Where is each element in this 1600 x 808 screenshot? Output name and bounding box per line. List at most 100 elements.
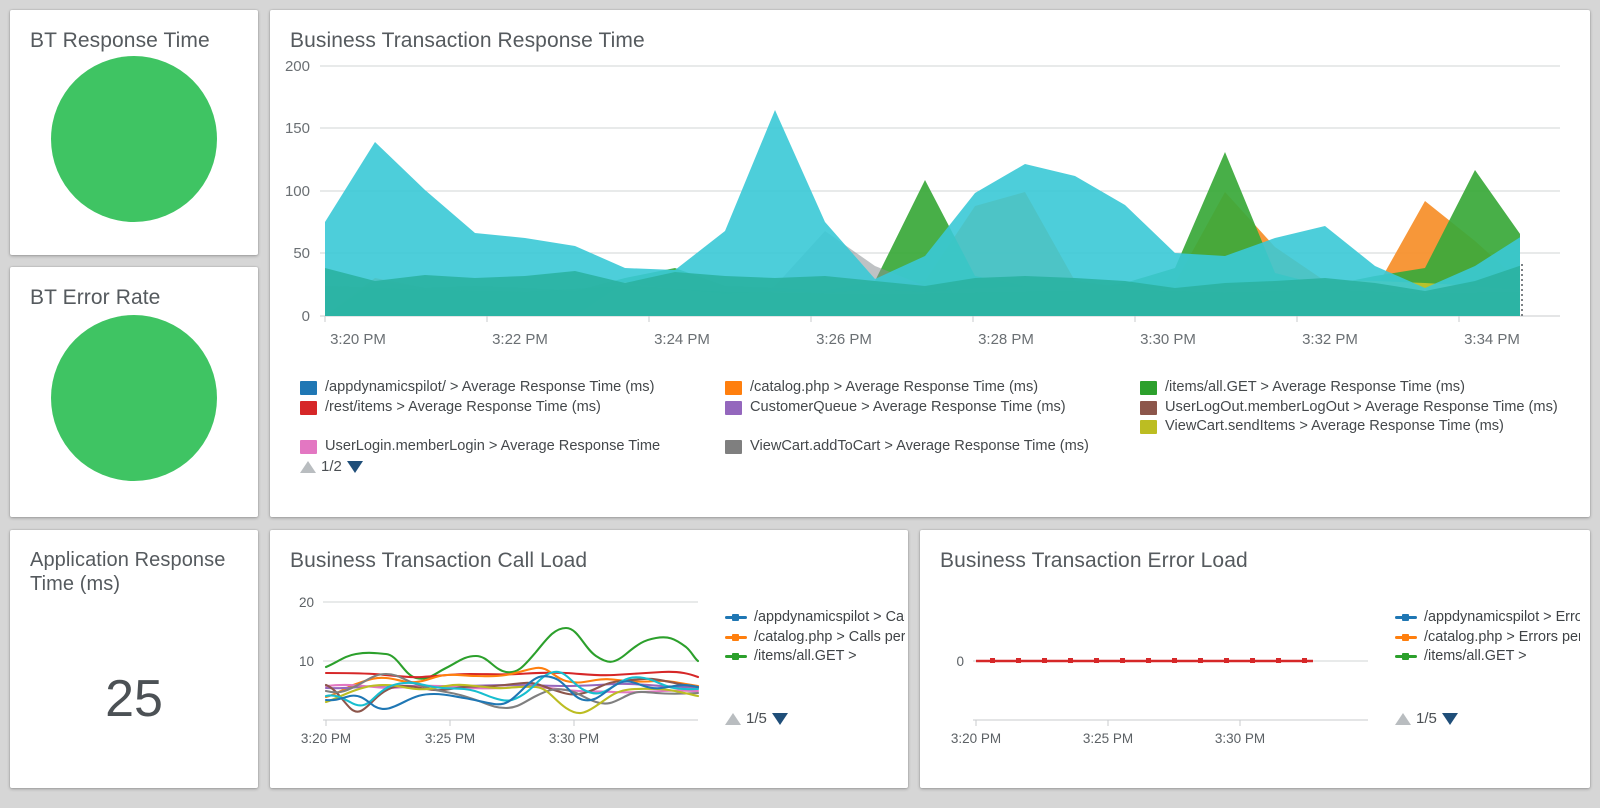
legend-pager-error-load[interactable]: 1/5 — [1395, 710, 1458, 727]
legend-swatch-userlogout-memberlogout — [1140, 401, 1157, 415]
ytick-20: 20 — [299, 595, 314, 610]
legend-item[interactable]: /catalog.php > Errors per Minute — [1395, 628, 1580, 648]
legend-line-catalog-php — [1395, 636, 1417, 639]
legend-label: /rest/items > Average Response Time (ms) — [325, 398, 601, 418]
legend-pager-call-load[interactable]: 1/5 — [725, 710, 788, 727]
xtick-5: 3:30 PM — [1140, 331, 1196, 348]
legend-item[interactable]: ViewCart.addToCart > Average Response Ti… — [725, 437, 1140, 457]
pager-label: 1/5 — [746, 710, 767, 727]
pager-label: 1/2 — [321, 458, 342, 475]
legend-label: ViewCart.sendItems > Average Response Ti… — [1165, 417, 1504, 437]
legend-line-items-all-get — [725, 655, 747, 658]
bt-error-load-line-chart[interactable]: 0 3:20 PM 3:25 PM 3:30 PM — [928, 590, 1398, 750]
legend-swatch-appdynamicspilot — [300, 381, 317, 395]
legend-item[interactable]: /items/all.GET > Average Response Time (… — [1140, 378, 1560, 398]
legend-spacer — [300, 417, 725, 437]
panel-title-bt-response-chart: Business Transaction Response Time — [270, 10, 1590, 54]
xtick-2: 3:24 PM — [654, 331, 710, 348]
legend-label: /appdynamicspilot > Errors per Minute — [1424, 608, 1580, 628]
ytick-100: 100 — [285, 183, 310, 200]
legend-label: /items/all.GET > Average Response Time (… — [1165, 378, 1465, 398]
bt-response-health-wrap — [10, 54, 258, 224]
xtick-1: 3:25 PM — [425, 731, 475, 746]
panel-title-bt-error-rate: BT Error Rate — [10, 267, 258, 311]
ytick-200: 200 — [285, 58, 310, 75]
legend-label: /catalog.php > Average Response Time (ms… — [750, 378, 1038, 398]
ytick-0: 0 — [302, 308, 310, 325]
legend-pager-main[interactable]: 1/2 — [300, 458, 363, 475]
legend-item[interactable]: UserLogOut.memberLogOut > Average Respon… — [1140, 398, 1560, 418]
legend-swatch-items-all-get — [1140, 381, 1157, 395]
legend-spacer — [725, 417, 1140, 437]
panel-bt-call-load[interactable]: Business Transaction Call Load 20 10 — [270, 530, 908, 788]
panel-bt-response-time-chart[interactable]: Business Transaction Response Time 200 1… — [270, 10, 1590, 517]
triangle-down-icon[interactable] — [772, 713, 788, 725]
legend-label: /appdynamicspilot > Calls per Minute — [754, 608, 905, 628]
xtick-2: 3:30 PM — [1215, 731, 1265, 746]
legend-line-appdynamicspilot — [725, 616, 747, 619]
bt-call-load-line-chart[interactable]: 20 10 3:20 PM 3:25 PM 3:30 PM — [278, 590, 728, 750]
legend-item[interactable]: /catalog.php > Average Response Time (ms… — [725, 378, 1140, 398]
ytick-150: 150 — [285, 120, 310, 137]
legend-line-items-all-get — [1395, 655, 1417, 658]
legend-label: /catalog.php > Errors per Minute — [1424, 628, 1580, 648]
legend-swatch-viewcart-addtocart — [725, 440, 742, 454]
legend-swatch-customerqueue — [725, 401, 742, 415]
legend-item[interactable]: /appdynamicspilot/ > Average Response Ti… — [300, 378, 725, 398]
legend-item[interactable]: /appdynamicspilot > Errors per Minute — [1395, 608, 1580, 628]
triangle-up-icon[interactable] — [1395, 713, 1411, 725]
panel-title-application-response-time: Application Response Time (ms) — [10, 530, 258, 597]
xtick-4: 3:28 PM — [978, 331, 1034, 348]
bt-error-health-indicator[interactable] — [51, 315, 217, 481]
xtick-1: 3:22 PM — [492, 331, 548, 348]
triangle-up-icon[interactable] — [300, 461, 316, 473]
legend-label: ViewCart.addToCart > Average Response Ti… — [750, 437, 1089, 457]
legend-item[interactable]: /appdynamicspilot > Calls per Minute — [725, 608, 905, 628]
main-chart-areas — [325, 110, 1575, 316]
legend-item[interactable]: /items/all.GET > — [725, 647, 905, 667]
legend-label: UserLogin.memberLogin > Average Response… — [325, 437, 660, 457]
legend-label: CustomerQueue > Average Response Time (m… — [750, 398, 1066, 418]
panel-bt-error-load[interactable]: Business Transaction Error Load 0 3:20 P… — [920, 530, 1590, 788]
legend-item[interactable]: ViewCart.sendItems > Average Response Ti… — [1140, 417, 1560, 437]
bt-error-load-legend: /appdynamicspilot > Errors per Minute /c… — [1395, 608, 1580, 703]
triangle-down-icon[interactable] — [347, 461, 363, 473]
legend-item[interactable]: CustomerQueue > Average Response Time (m… — [725, 398, 1140, 418]
panel-title-bt-error-load: Business Transaction Error Load — [920, 530, 1590, 574]
bt-response-time-area-chart[interactable]: 200 150 100 50 0 — [270, 54, 1590, 364]
xtick-6: 3:32 PM — [1302, 331, 1358, 348]
legend-item[interactable]: /rest/items > Average Response Time (ms) — [300, 398, 725, 418]
legend-label: /items/all.GET > — [754, 647, 857, 667]
bt-response-chart-legend: /appdynamicspilot/ > Average Response Ti… — [300, 378, 1575, 456]
xtick-2: 3:30 PM — [549, 731, 599, 746]
legend-item[interactable]: /items/all.GET > — [1395, 647, 1580, 667]
panel-application-response-time[interactable]: Application Response Time (ms) 25 — [10, 530, 258, 788]
triangle-down-icon[interactable] — [1442, 713, 1458, 725]
legend-line-appdynamicspilot — [1395, 616, 1417, 619]
bt-error-health-wrap — [10, 311, 258, 486]
legend-line-catalog-php — [725, 636, 747, 639]
application-response-time-value: 25 — [10, 669, 258, 729]
legend-swatch-catalog-php — [725, 381, 742, 395]
xtick-1: 3:25 PM — [1083, 731, 1133, 746]
bt-call-load-legend: /appdynamicspilot > Calls per Minute /ca… — [725, 608, 905, 703]
panel-bt-error-rate[interactable]: BT Error Rate — [10, 267, 258, 517]
legend-label: /appdynamicspilot/ > Average Response Ti… — [325, 378, 654, 398]
ytick-10: 10 — [299, 654, 314, 669]
triangle-up-icon[interactable] — [725, 713, 741, 725]
panel-bt-response-time[interactable]: BT Response Time — [10, 10, 258, 255]
bt-response-health-indicator[interactable] — [51, 56, 217, 222]
line-items-all-get — [326, 628, 698, 679]
xtick-7: 3:34 PM — [1464, 331, 1520, 348]
legend-swatch-userlogin-memberlogin — [300, 440, 317, 454]
legend-label: /items/all.GET > — [1424, 647, 1527, 667]
xtick-3: 3:26 PM — [816, 331, 872, 348]
xtick-0: 3:20 PM — [951, 731, 1001, 746]
call-load-series-group — [326, 628, 698, 713]
legend-swatch-viewcart-senditems — [1140, 420, 1157, 434]
panel-title-bt-call-load: Business Transaction Call Load — [270, 530, 908, 574]
legend-label: /catalog.php > Calls per Minute — [754, 628, 905, 648]
legend-item[interactable]: UserLogin.memberLogin > Average Response… — [300, 437, 725, 457]
ytick-0: 0 — [956, 654, 964, 669]
legend-item[interactable]: /catalog.php > Calls per Minute — [725, 628, 905, 648]
